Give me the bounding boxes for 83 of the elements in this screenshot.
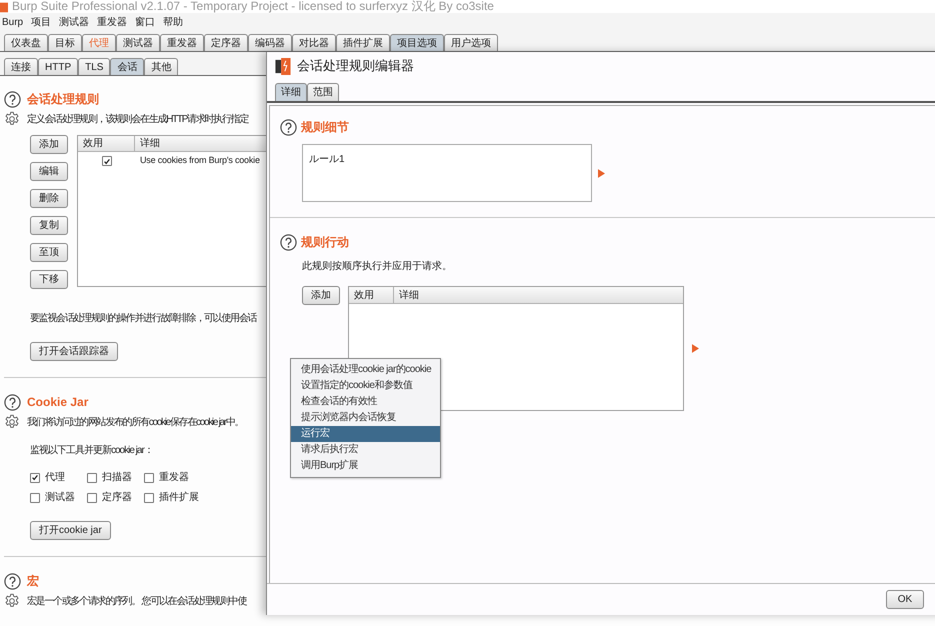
menu-item[interactable]: 设置指定的cookie和参数值 xyxy=(291,378,440,394)
tab[interactable]: 会话 xyxy=(110,58,144,75)
section-title: 宏 xyxy=(27,573,39,590)
label: 监视以下工具并更新cookie jar： xyxy=(30,444,153,458)
button[interactable]: 下移 xyxy=(30,270,68,289)
button[interactable]: 复制 xyxy=(30,216,68,235)
help-icon xyxy=(4,394,21,410)
tab[interactable]: 编码器 xyxy=(248,34,292,51)
column-header[interactable]: 详细 xyxy=(394,287,683,303)
section-description: 此规则按顺序执行并应用于请求。 xyxy=(302,260,453,274)
section-title: 规则细节 xyxy=(301,119,349,136)
help-icon xyxy=(280,234,297,250)
button[interactable]: 编辑 xyxy=(30,162,68,181)
checkbox[interactable] xyxy=(87,472,97,482)
menu-item[interactable]: 调用Burp扩展 xyxy=(291,458,440,474)
menu-item[interactable]: 窗口 xyxy=(135,14,156,30)
checkbox[interactable] xyxy=(102,156,112,166)
settings-icon xyxy=(4,414,20,430)
menu-item[interactable]: 使用会话处理cookie jar的cookie xyxy=(291,362,440,378)
tab[interactable]: 定序器 xyxy=(204,34,248,51)
checkbox-label[interactable]: 插件扩展 xyxy=(159,490,199,505)
tab[interactable]: 对比器 xyxy=(292,34,336,51)
help-icon xyxy=(280,118,297,136)
tab[interactable]: 范围 xyxy=(307,83,339,101)
settings-icon xyxy=(4,111,20,127)
button[interactable]: OK xyxy=(886,590,924,609)
menu-item[interactable]: 帮助 xyxy=(163,14,184,30)
button[interactable]: 添加 xyxy=(30,135,68,154)
checkbox[interactable] xyxy=(144,472,154,482)
button[interactable]: 删除 xyxy=(30,189,68,208)
dialog-title: 会话处理规则编辑器 xyxy=(297,57,414,76)
section-title: Cookie Jar xyxy=(27,394,88,411)
checkbox[interactable] xyxy=(30,492,40,502)
section-description: 我们将访问过的网站发布的所有cookie保存在cookie jar中。 xyxy=(27,416,244,430)
checkbox-label[interactable]: 测试器 xyxy=(45,490,75,505)
section-description: 宏是一个或多个请求的序列。 您可以在会话处理规则中使 xyxy=(27,594,246,608)
button[interactable]: 添加 xyxy=(302,286,340,305)
tab[interactable]: 重发器 xyxy=(160,34,204,51)
checkbox[interactable] xyxy=(144,492,154,502)
checkbox-label[interactable]: 定序器 xyxy=(102,490,132,505)
tab[interactable]: 用户选项 xyxy=(444,34,498,51)
menu-item[interactable]: 测试器 xyxy=(59,14,90,30)
button[interactable]: 至顶 xyxy=(30,243,68,262)
menu-item[interactable]: 重发器 xyxy=(97,14,128,30)
name-field[interactable]: ルール1 xyxy=(302,144,592,202)
section-title: 会话处理规则 xyxy=(27,91,99,108)
checkbox-label[interactable]: 代理 xyxy=(45,470,65,485)
tab[interactable]: TLS xyxy=(78,58,110,75)
tab[interactable]: 插件扩展 xyxy=(336,34,390,51)
tab[interactable]: 项目选项 xyxy=(390,34,444,51)
menu-item[interactable]: 检查会话的有效性 xyxy=(291,394,440,410)
help-icon xyxy=(4,572,21,590)
tab[interactable]: 目标 xyxy=(48,34,82,51)
checkbox-label[interactable]: 扫描器 xyxy=(102,470,132,485)
tab[interactable]: 其他 xyxy=(144,58,178,75)
menu-item[interactable]: 请求后执行宏 xyxy=(291,442,440,458)
settings-icon xyxy=(4,593,20,609)
tab[interactable]: 连接 xyxy=(4,58,38,75)
checkbox[interactable] xyxy=(30,472,40,482)
column-header[interactable]: 效用 xyxy=(349,287,394,303)
window-title: Burp Suite Professional v2.1.07 - Temporary Project - licensed to surferxyz 汉化 By co3site xyxy=(12,0,494,13)
checkbox-label[interactable]: 重发器 xyxy=(159,470,189,485)
expand-arrow-icon xyxy=(598,168,605,178)
expand-arrow-icon xyxy=(692,344,699,353)
tab[interactable]: 仪表盘 xyxy=(4,34,48,51)
tab[interactable]: 详细 xyxy=(275,83,307,101)
menu-item[interactable]: 提示浏览器内会话恢复 xyxy=(291,410,440,426)
button[interactable]: 打开会话跟踪器 xyxy=(30,342,118,361)
app-logo-icon xyxy=(0,2,8,13)
menu-item[interactable]: 运行宏 xyxy=(291,426,440,442)
menu-item[interactable]: 项目 xyxy=(31,14,52,30)
menu-item[interactable]: Burp xyxy=(2,14,24,30)
note-text: 要监视会话处理规则的操作并进行故障排除，可以使用会话 xyxy=(30,312,256,326)
section-title: 规则行动 xyxy=(301,234,349,251)
table-cell-text: Use cookies from Burp's cookie xyxy=(139,154,260,168)
section-description: 定义会话处理规则，该规则会在生成HTTP请求时执行指定 xyxy=(27,112,248,126)
help-icon xyxy=(4,90,21,108)
tab[interactable]: 测试器 xyxy=(116,34,160,51)
button[interactable]: 打开cookie jar xyxy=(30,521,111,540)
app-logo-icon xyxy=(275,58,291,74)
checkbox[interactable] xyxy=(87,492,97,502)
column-header[interactable]: 效用 xyxy=(78,136,135,151)
tab[interactable]: HTTP xyxy=(38,58,78,75)
